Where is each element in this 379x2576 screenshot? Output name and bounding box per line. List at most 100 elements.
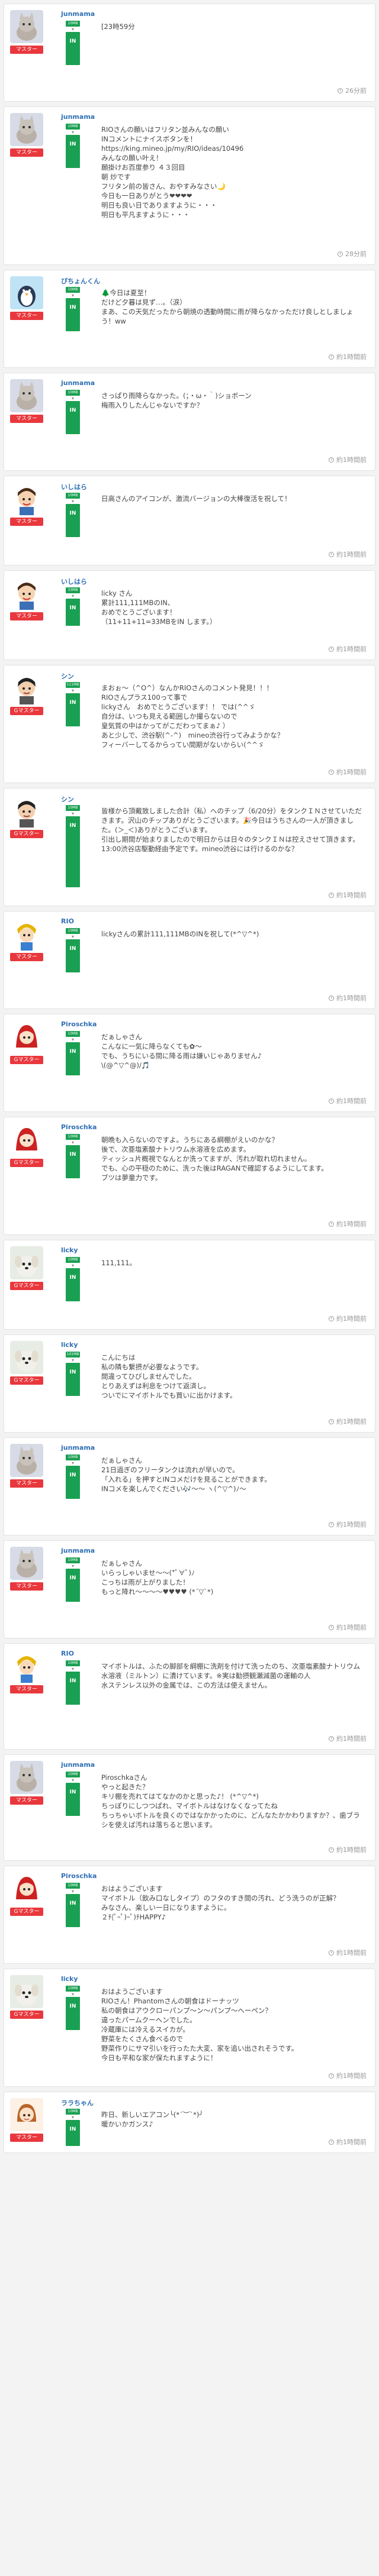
clock-icon xyxy=(329,1736,334,1741)
rank-badge: Gマスター xyxy=(10,2011,43,2019)
comment-text: 🌲今日は夏至！ だけど夕暮は見ず…。（涙） まあ、この天気だったから朝焼の透動時… xyxy=(101,289,354,325)
gauge: 10MB ▾ IN xyxy=(66,287,80,331)
comment-text: さっぱり雨降らなかった。(；・ω・｀)ショボーン 梅雨入りしたんじゃないですか？ xyxy=(101,392,252,409)
username-link[interactable]: junmama xyxy=(61,1444,95,1452)
timestamp: 約1時間前 xyxy=(329,1520,367,1529)
avatar[interactable] xyxy=(10,1547,43,1580)
timestamp: 約1時間前 xyxy=(329,2071,367,2080)
feed-item: Gマスター Piroschka 10MB ▾ IN おはようございます マイボトル（飲み口… xyxy=(4,1866,375,1964)
clock-icon xyxy=(329,1316,334,1321)
rank-badge: マスター xyxy=(10,518,43,526)
username-link[interactable]: いしはら xyxy=(61,482,87,492)
avatar[interactable] xyxy=(10,1020,43,1053)
gauge: 101MB ▾ IN xyxy=(66,1352,80,1396)
comment-text: 日高さんのアイコンが、激流バージョンの大棒復活を祝して！ xyxy=(101,494,291,503)
username-link[interactable]: ぴちょんくん xyxy=(61,276,100,286)
in-indicator: IN xyxy=(66,135,80,168)
username-link[interactable]: シン xyxy=(61,794,74,804)
timestamp: 約1時間前 xyxy=(329,1314,367,1323)
feed-item: Gマスター シン 111MB ▾ IN まおぉ～（^O^）なんかRIOさんのコメント発見！… xyxy=(4,665,375,783)
clock-icon xyxy=(338,251,343,257)
avatar[interactable] xyxy=(10,1872,43,1905)
timestamp-label: 約1時間前 xyxy=(336,2138,367,2146)
username-link[interactable]: licky xyxy=(61,1975,78,1983)
rank-badge: マスター xyxy=(10,148,43,157)
timestamp-label: 約1時間前 xyxy=(336,1521,367,1528)
avatar[interactable] xyxy=(10,379,43,412)
avatar[interactable] xyxy=(10,1123,43,1156)
avatar[interactable] xyxy=(10,113,43,146)
username-link[interactable]: Piroschka xyxy=(61,1872,97,1880)
clock-icon xyxy=(329,354,334,360)
username-link[interactable]: junmama xyxy=(61,1547,95,1554)
avatar[interactable] xyxy=(10,1444,43,1477)
avatar[interactable] xyxy=(10,1650,43,1683)
avatar[interactable] xyxy=(10,276,43,309)
gauge: 111MB ▾ IN xyxy=(66,682,80,726)
comment-text: 朝晩も入らないのですよ。うちにある綱棚がえいのかな？ 後で、次亜塩素酸ナトリウム… xyxy=(101,1136,328,1182)
username-link[interactable]: junmama xyxy=(61,10,95,18)
avatar[interactable] xyxy=(10,794,43,828)
down-arrow-icon: ▾ xyxy=(71,1037,74,1042)
gauge-amount: 10MB xyxy=(66,1660,80,1666)
timestamp-label: 約1時間前 xyxy=(336,1624,367,1631)
clock-icon xyxy=(329,1625,334,1630)
username-link[interactable]: licky xyxy=(61,1341,78,1349)
clock-icon xyxy=(329,457,334,463)
avatar[interactable] xyxy=(10,10,43,43)
avatar[interactable] xyxy=(10,577,43,610)
avatar[interactable] xyxy=(10,1246,43,1279)
feed-item: Gマスター licky 10MB ▾ IN 111,111。 約1時間前 xyxy=(4,1240,375,1330)
avatar[interactable] xyxy=(10,1341,43,1374)
rank-badge: マスター xyxy=(10,1479,43,1488)
username-link[interactable]: シン xyxy=(61,671,74,681)
gauge: 10MB ▾ IN xyxy=(66,1031,80,1075)
down-arrow-icon: ▾ xyxy=(71,1460,74,1466)
clock-icon xyxy=(329,1950,334,1956)
gauge-amount: 10MB xyxy=(66,2109,80,2115)
rank-badge: マスター xyxy=(10,1685,43,1693)
rank-badge: マスター xyxy=(10,1796,43,1805)
down-arrow-icon: ▾ xyxy=(71,811,74,816)
timestamp-label: 約1時間前 xyxy=(336,994,367,1002)
avatar[interactable] xyxy=(10,482,43,515)
comment-feed: マスター junmama 10MB ▾ IN [23時59分 26分前 マスター junmama… xyxy=(4,4,375,2153)
rank-badge: Gマスター xyxy=(10,1056,43,1064)
avatar[interactable] xyxy=(10,2098,43,2131)
username-link[interactable]: RIO xyxy=(61,917,74,925)
comment-text: まおぉ～（^O^）なんかRIOさんのコメント発見！！！ RIOさんプラス100っ… xyxy=(101,684,284,749)
down-arrow-icon: ▾ xyxy=(71,293,74,298)
comment-text: Piroschkaさん やっと起きた？ キリ棚を売れてはてなかのかと思った♪！ … xyxy=(101,1773,360,1829)
avatar[interactable] xyxy=(10,1761,43,1794)
avatar[interactable] xyxy=(10,1975,43,2008)
username-link[interactable]: RIO xyxy=(61,1650,74,1657)
avatar[interactable] xyxy=(10,671,43,704)
gauge: 10MB ▾ IN xyxy=(66,1986,80,2030)
username-link[interactable]: junmama xyxy=(61,379,95,387)
down-arrow-icon: ▾ xyxy=(71,1358,74,1363)
avatar[interactable] xyxy=(10,917,43,951)
username-link[interactable]: ララちゃん xyxy=(61,2098,94,2108)
username-link[interactable]: いしはら xyxy=(61,577,87,586)
gauge: 10MB ▾ IN xyxy=(66,1257,80,1301)
clock-icon xyxy=(329,1847,334,1853)
feed-item: マスター いしはら 33MB ▾ IN licky さん 累計111,111MBのIN、 … xyxy=(4,570,375,660)
timestamp-label: 26分前 xyxy=(345,87,367,95)
feed-item: Gマスター Piroschka 10MB ▾ IN 朝晩も入らないのですよ。うちにある綱棚… xyxy=(4,1117,375,1235)
username-link[interactable]: junmama xyxy=(61,1761,95,1769)
username-link[interactable]: licky xyxy=(61,1246,78,1254)
username-link[interactable]: Piroschka xyxy=(61,1020,97,1028)
comment-text: だぁしゃさん いらっしゃいませ～～(*ﾟ∀ﾟ)ﾉ こっちは雨が上がりました！ も… xyxy=(101,1559,214,1596)
clock-icon xyxy=(329,2139,334,2145)
gauge-amount: 10MB xyxy=(66,1031,80,1037)
gauge-amount: 111MB xyxy=(66,682,80,688)
clock-icon xyxy=(329,1221,334,1227)
feed-item: マスター ぴちょんくん 10MB ▾ IN 🌲今日は夏至！ だけど夕暮は見ず…。（涙） ま… xyxy=(4,270,375,368)
rank-badge: Gマスター xyxy=(10,707,43,715)
feed-item: マスター RIO 10MB ▾ IN lickyさんの累計111,111MBのINを祝して… xyxy=(4,911,375,1009)
username-link[interactable]: Piroschka xyxy=(61,1123,97,1131)
username-link[interactable]: junmama xyxy=(61,113,95,121)
down-arrow-icon: ▾ xyxy=(71,396,74,401)
comment-text: licky さん 累計111,111MBのIN、 おめでとうございます！ （11… xyxy=(101,589,217,626)
rank-badge: マスター xyxy=(10,2134,43,2142)
